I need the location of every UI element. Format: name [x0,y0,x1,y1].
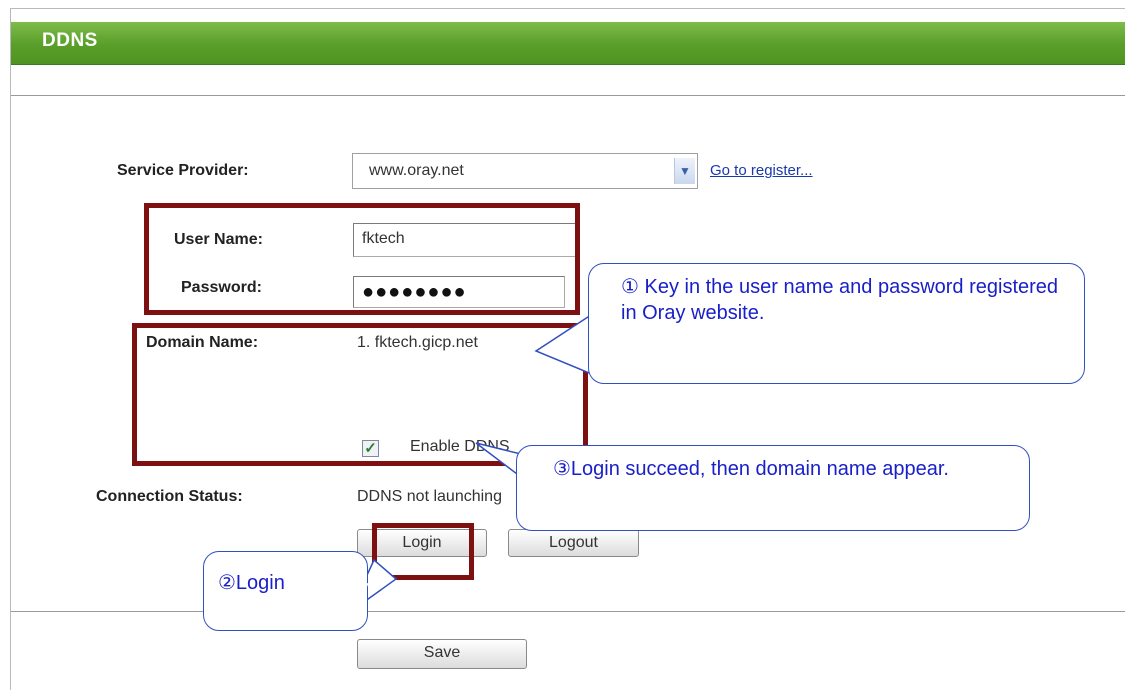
service-provider-value: www.oray.net [369,162,464,179]
callout-step2: ②Login [203,551,368,631]
go-to-register-link[interactable]: Go to register... [710,162,813,179]
credentials-highlight-box [144,203,580,315]
service-provider-label: Service Provider: [117,162,249,179]
connection-status-label: Connection Status: [96,488,243,505]
callout-step3: ③Login succeed, then domain name appear. [516,445,1030,531]
callout-step1: ① Key in the user name and password regi… [588,263,1085,384]
login-highlight-box [372,523,474,580]
chevron-down-icon[interactable]: ▼ [674,158,695,184]
connection-status-value: DDNS not launching [357,488,502,505]
service-provider-select[interactable]: www.oray.net ▼ [352,153,698,189]
save-button[interactable]: Save [357,639,527,669]
logout-button[interactable]: Logout [508,529,639,557]
header-bar [11,22,1125,65]
domain-highlight-box [132,323,588,466]
section-divider [11,611,1125,612]
header-divider [11,95,1125,96]
page-title: DDNS [42,30,98,51]
